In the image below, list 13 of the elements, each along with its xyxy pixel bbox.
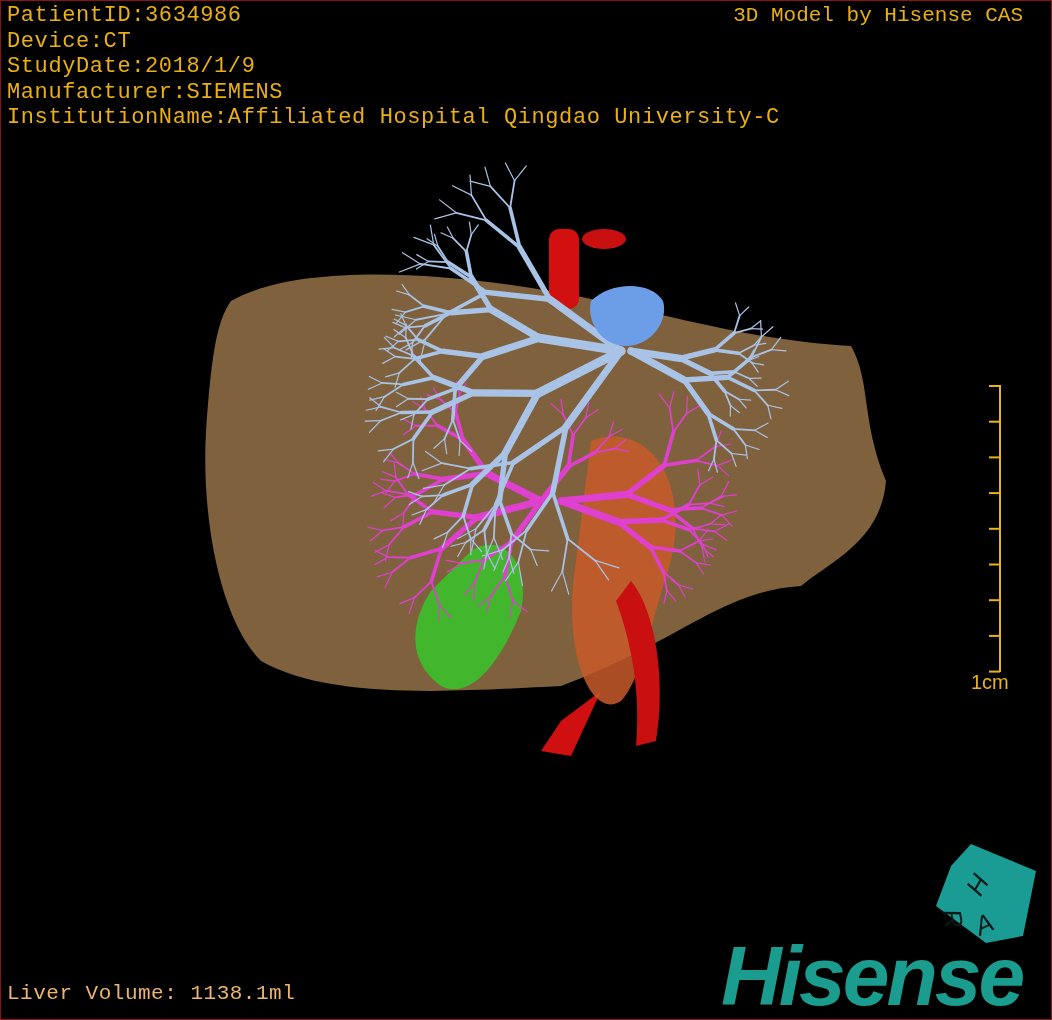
patient-info-line: StudyDate:2018/1/9 <box>7 54 256 80</box>
orientation-cube[interactable] <box>936 844 1036 943</box>
liver-volume-text: Liver Volume: 1138.1ml <box>7 982 296 1005</box>
patient-info-line: InstitutionName:Affiliated Hospital Qingdao University-C <box>7 105 780 131</box>
cube-face-label: R <box>936 906 970 931</box>
model-title: 3D Model by Hisense CAS <box>733 3 1023 29</box>
patient-info-line: Device:CT <box>7 28 132 54</box>
patient-info-line: Manufacturer:SIEMENS <box>7 79 284 105</box>
patient-info-line: PatientID:3634986 <box>7 3 242 29</box>
liver-model-drawing[interactable] <box>205 162 886 756</box>
cube-face-label: A <box>969 906 999 942</box>
cube-face-label: H <box>960 868 996 900</box>
scale-label: 1cm <box>971 671 1009 694</box>
